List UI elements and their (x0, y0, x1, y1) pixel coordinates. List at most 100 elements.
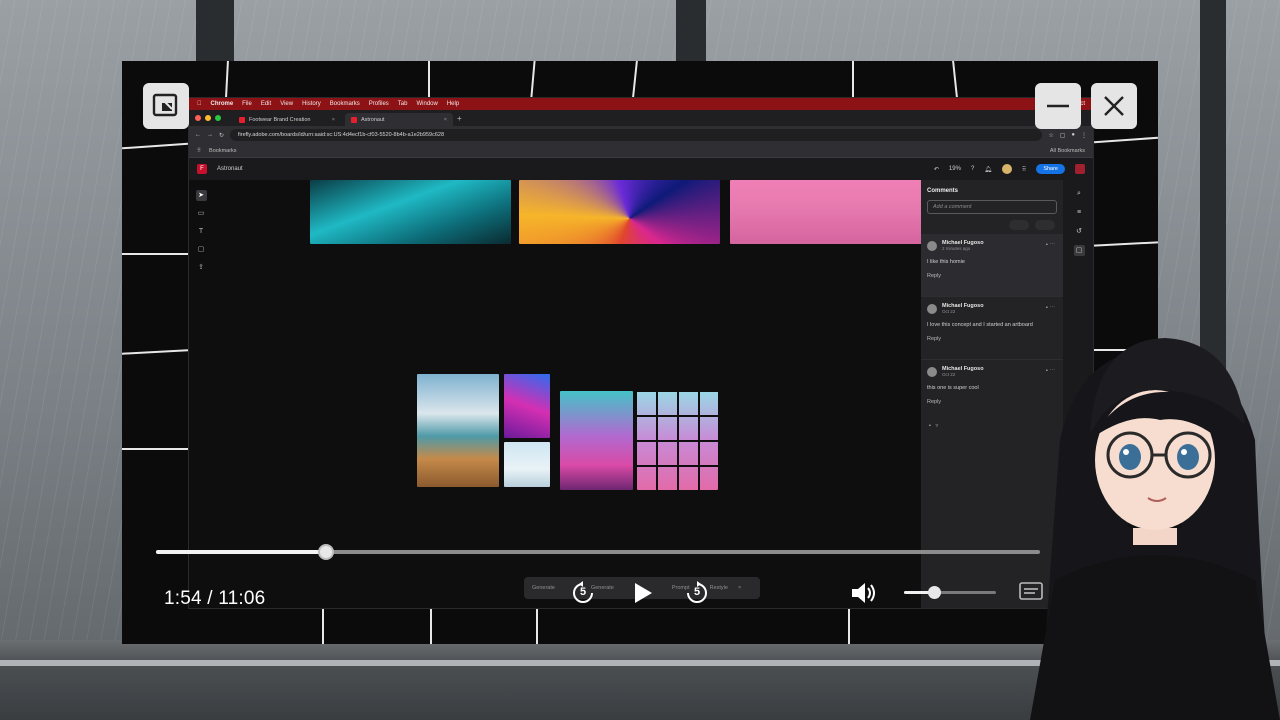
close-icon (1104, 96, 1124, 116)
extensions-icon[interactable]: ▢ (1060, 132, 1066, 139)
grid-line (852, 61, 854, 97)
menubar-item[interactable]: History (302, 101, 321, 107)
search-icon[interactable]: ⌕ (1074, 188, 1085, 199)
window-close-dot[interactable] (195, 115, 201, 121)
window-zoom-dot[interactable] (215, 115, 221, 121)
grid-line (322, 609, 324, 644)
profile-icon[interactable]: ● (1071, 132, 1075, 138)
star-icon[interactable]: ☆ (1048, 132, 1053, 139)
menubar-item[interactable]: Profiles (369, 101, 389, 107)
select-tool-icon[interactable]: ➤ (195, 190, 207, 201)
gradient-image[interactable] (504, 374, 550, 438)
menubar-item[interactable]: Chrome (211, 101, 234, 107)
comment-tool-icon[interactable]: ▢ (196, 244, 207, 255)
comments-icon[interactable]: ▢ (1073, 245, 1085, 256)
minimize-icon (1047, 104, 1069, 108)
volume-slider[interactable] (904, 586, 996, 599)
menubar-item[interactable]: Window (416, 101, 437, 107)
resolved-icon[interactable]: ▪ (929, 423, 931, 429)
undo-icon[interactable]: ↶ (934, 166, 939, 173)
grid-line (122, 253, 188, 255)
zoom-level[interactable]: 19% (949, 166, 961, 172)
apps-grid-icon[interactable]: ⠿ (197, 148, 201, 154)
user-avatar[interactable] (1001, 164, 1012, 174)
forward-5-button[interactable]: 5 (684, 580, 710, 606)
picture-in-picture-icon (152, 93, 178, 117)
comment-more-icon[interactable]: ▪ ⋯ (1046, 305, 1055, 311)
history-icon[interactable]: ↺ (1074, 226, 1085, 237)
menubar-item[interactable]: View (280, 101, 293, 107)
reload-icon[interactable]: ↻ (219, 132, 224, 139)
browser-tab-active[interactable]: Astronaut × (345, 113, 453, 126)
frame-tool-icon[interactable]: ▭ (196, 208, 207, 219)
apps-icon[interactable]: ⠿ (1022, 166, 1026, 173)
bookmarks-folder[interactable]: Bookmarks (209, 148, 237, 154)
filter-icon[interactable]: ▿ (936, 423, 939, 429)
variations-grid-image[interactable] (637, 391, 718, 490)
astronaut-white-image[interactable] (504, 442, 550, 487)
text-tool-icon[interactable]: T (196, 226, 207, 237)
comment-text: I like this homie (927, 259, 965, 265)
picture-in-picture-button[interactable] (143, 83, 189, 129)
all-bookmarks[interactable]: All Bookmarks (1050, 148, 1085, 154)
address-bar[interactable]: firefly.adobe.com/boards/id/urn:aaid:sc:… (230, 129, 1043, 141)
character-illustration (1030, 338, 1280, 720)
adjust-icon[interactable]: ≡ (1074, 207, 1085, 218)
help-icon[interactable]: ? (971, 166, 974, 172)
comment-time: 2 minutes ago (942, 246, 971, 251)
comment-more-icon[interactable]: ▪ ⋯ (1046, 242, 1055, 248)
grid-line (1094, 136, 1158, 144)
menubar-item[interactable]: Tab (398, 101, 408, 107)
astronaut-image-teal[interactable] (310, 180, 511, 244)
adobe-menu-icon[interactable] (1075, 164, 1085, 174)
menubar-item[interactable]: Edit (261, 101, 271, 107)
tab-close-icon[interactable]: × (444, 117, 447, 123)
volume-button[interactable] (848, 578, 878, 608)
astronaut-pink-landscape[interactable] (560, 391, 633, 490)
menubar-item[interactable]: File (242, 101, 252, 107)
tab-close-icon[interactable]: × (332, 117, 335, 123)
minimize-button[interactable] (1035, 83, 1081, 129)
comment-time: Oct 22 (942, 309, 956, 314)
share-button[interactable]: Share (1036, 164, 1065, 174)
menubar-item[interactable]: Bookmarks (330, 101, 360, 107)
time-display: 1:54 / 11:06 (164, 588, 266, 609)
browser-menu-icon[interactable]: ⋮ (1081, 132, 1087, 139)
rewind-5-button[interactable]: 5 (570, 580, 596, 606)
forward-icon[interactable]: → (207, 132, 213, 138)
window-minimize-dot[interactable] (205, 115, 211, 121)
grid-line (1093, 241, 1158, 247)
cancel-comment-button[interactable] (1008, 220, 1029, 230)
video-player[interactable]:  Chrome File Edit View History Bookmark… (122, 61, 1158, 644)
upload-tool-icon[interactable]: ⇪ (196, 262, 207, 273)
grid-line (848, 609, 850, 644)
grid-line (122, 349, 189, 355)
comment-placeholder: Add a comment (933, 204, 972, 210)
strip-item: Generate (532, 585, 555, 591)
new-tab-icon[interactable]: + (457, 114, 462, 123)
progress-bar[interactable] (156, 544, 1040, 560)
comment-input[interactable]: Add a comment (927, 200, 1057, 214)
tool-rail: ➤ ▭ T ▢ ⇪ (194, 190, 208, 273)
board-title[interactable]: Astronaut (217, 166, 243, 172)
tab-label: Footwear Brand Creation (249, 116, 311, 123)
strip-item: Restyle (709, 585, 728, 591)
close-button[interactable] (1091, 83, 1137, 129)
mountain-image[interactable] (417, 374, 499, 487)
play-button[interactable] (628, 579, 656, 607)
comment-time: Oct 22 (942, 372, 956, 377)
progress-handle[interactable] (317, 544, 334, 560)
commenter-avatar (927, 366, 937, 377)
post-comment-button[interactable] (1034, 220, 1055, 230)
back-icon[interactable]: ← (195, 132, 201, 138)
menubar-item[interactable]: Help (447, 101, 459, 107)
browser-tab[interactable]: Footwear Brand Creation × (233, 113, 341, 126)
astronaut-image-swirl[interactable] (519, 180, 720, 244)
board-canvas[interactable]: ➤ ▭ T ▢ ⇪ (189, 180, 931, 608)
bookmarks-bar: ⠿ Bookmarks All Bookmarks (189, 144, 1093, 158)
comment-item[interactable]: Michael Fugoso 2 minutes ago ▪ ⋯ I like … (921, 234, 1063, 297)
adobe-logo-icon[interactable]: F (197, 164, 207, 174)
reply-link[interactable]: Reply (927, 273, 1057, 279)
notifications-icon[interactable]: 🔔︎ (984, 166, 992, 173)
astronaut-image-pink[interactable] (730, 180, 931, 244)
